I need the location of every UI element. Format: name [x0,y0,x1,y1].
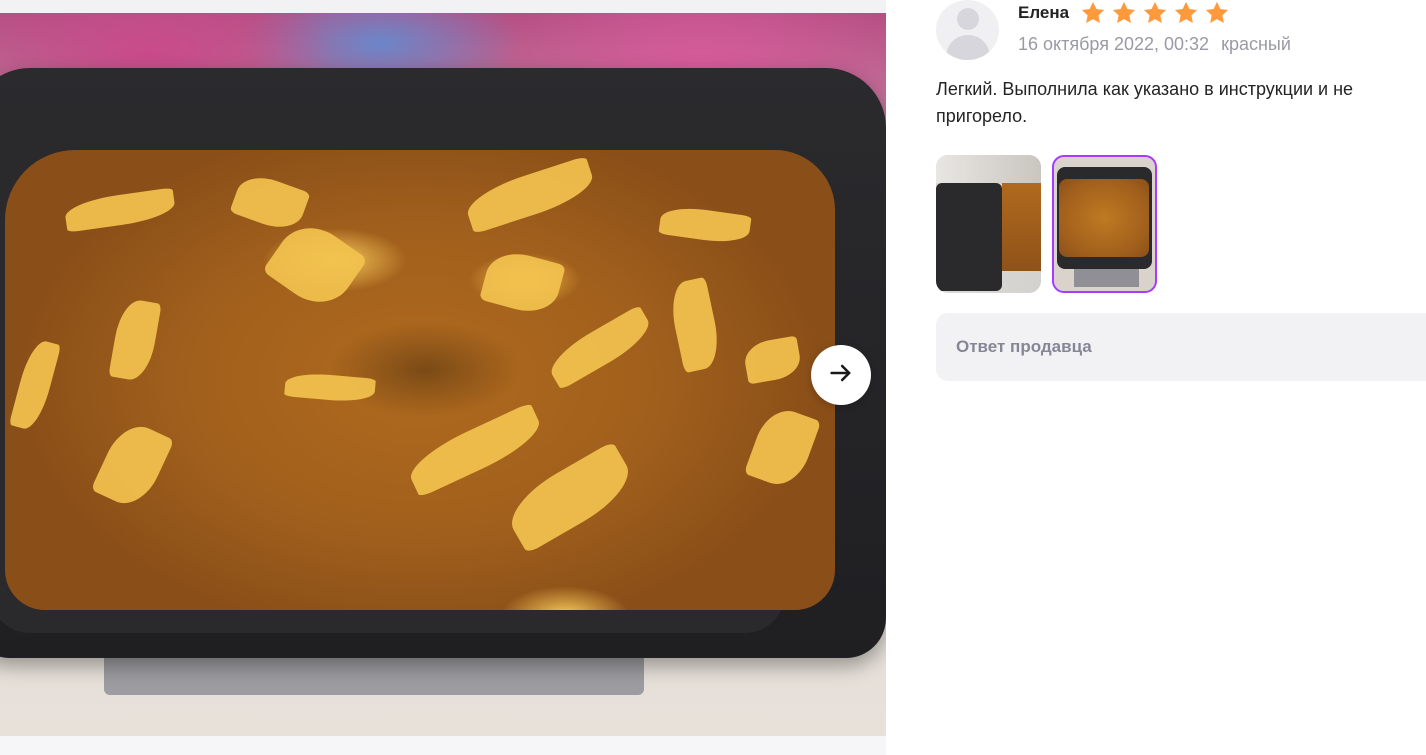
star-icon [1144,1,1167,24]
product-variant: красный [1221,34,1291,54]
photo-thumbnail-selected[interactable] [1052,155,1157,293]
review-panel: Елена 16 октября 2022, 00:32 красный Легк… [936,0,1426,755]
star-icon [1206,1,1229,24]
star-icon [1113,1,1136,24]
star-icon [1082,1,1105,24]
review-header: Елена [1018,0,1231,26]
photo-viewer [0,0,886,755]
review-meta: 16 октября 2022, 00:32 красный [1018,34,1291,55]
review-text: Легкий. Выполнила как указано в инструкц… [936,79,1354,126]
photo-thumbnails [936,155,1157,293]
avatar [936,0,999,60]
review-date: 16 октября 2022, 00:32 [1018,34,1210,54]
seller-reply-button[interactable]: Ответ продавца [936,313,1426,381]
rating-stars [1079,0,1231,27]
review-photo [0,13,886,736]
star-icon [1175,1,1198,24]
next-photo-button[interactable] [811,345,871,405]
viewer-top-strip [0,0,886,13]
photo-thumbnail[interactable] [936,155,1041,293]
photo-cake [5,150,835,610]
author-name: Елена [1018,3,1070,22]
arrow-right-icon [827,359,855,392]
seller-reply-label: Ответ продавца [956,337,1092,356]
